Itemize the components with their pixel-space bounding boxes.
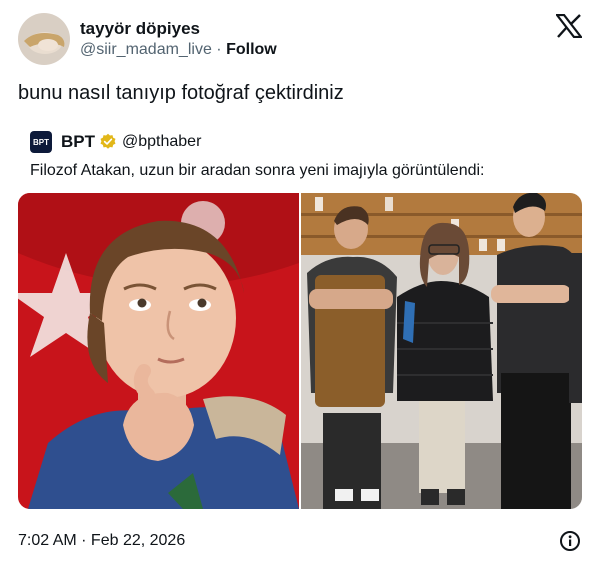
- tweet-text: bunu nasıl tanıyıp fotoğraf çektirdiniz: [18, 82, 344, 104]
- photo-three-people-cafe[interactable]: [301, 193, 582, 509]
- quoted-header[interactable]: BPT BPT @bpthaber: [30, 131, 201, 153]
- separator-dot: ·: [216, 41, 222, 58]
- author-handle-row: @siir_madam_live · Follow: [80, 40, 277, 60]
- author-avatar[interactable]: [18, 13, 70, 65]
- tweet-timestamp[interactable]: 7:02 AM · Feb 22, 2026: [18, 531, 185, 551]
- quoted-handle[interactable]: @bpthaber: [122, 133, 201, 151]
- photo-boy-thinking[interactable]: [18, 193, 299, 509]
- author-display-name[interactable]: tayyör döpiyes: [80, 19, 200, 39]
- author-handle[interactable]: @siir_madam_live: [80, 41, 212, 58]
- info-icon[interactable]: [559, 530, 581, 552]
- follow-button[interactable]: Follow: [226, 41, 277, 58]
- quoted-avatar[interactable]: BPT: [30, 131, 52, 153]
- verified-badge-icon: [100, 133, 116, 149]
- media-grid: [18, 193, 582, 509]
- quoted-name[interactable]: BPT: [61, 132, 95, 152]
- quoted-text: Filozof Atakan, uzun bir aradan sonra ye…: [30, 162, 485, 179]
- x-logo-icon[interactable]: [554, 13, 584, 39]
